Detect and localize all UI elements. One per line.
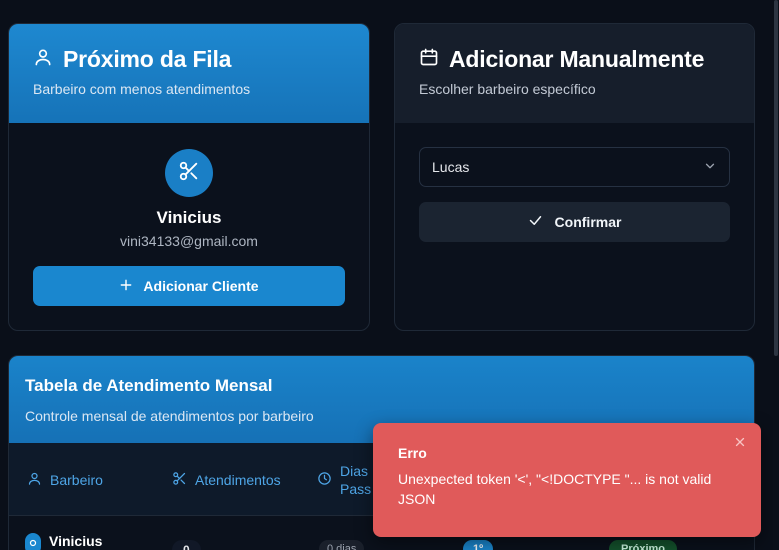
column-header-barber[interactable]: Barbeiro: [27, 443, 103, 516]
column-label-barber: Barbeiro: [50, 471, 103, 488]
close-icon[interactable]: [733, 435, 747, 449]
barber-select[interactable]: Lucas: [419, 147, 730, 187]
error-toast: Erro Unexpected token '<', "<!DOCTYPE ".…: [373, 423, 761, 537]
clock-icon: [317, 471, 332, 489]
column-label-days-line2: Pass: [340, 480, 372, 497]
column-label-days: Dias Pass: [340, 462, 371, 498]
next-in-queue-subtitle: Barbeiro com menos atendimentos: [33, 81, 251, 97]
row-status-badge: Próximo: [609, 540, 678, 550]
scrollbar[interactable]: [773, 0, 779, 550]
row-services-count: 0: [172, 540, 201, 550]
barber-avatar: [165, 149, 213, 197]
toast-title: Erro: [398, 445, 427, 461]
user-icon: [33, 47, 53, 72]
calendar-icon: [419, 47, 439, 72]
add-client-label: Adicionar Cliente: [143, 278, 259, 294]
confirm-label: Confirmar: [554, 214, 622, 230]
barber-select-value: Lucas: [432, 159, 470, 175]
monthly-table-title: Tabela de Atendimento Mensal: [25, 376, 273, 395]
next-barber-name: Vinicius: [156, 208, 222, 227]
row-rank-badge: 1º: [463, 540, 494, 550]
column-label-services: Atendimentos: [195, 471, 281, 488]
next-barber-email: vini34133@gmail.com: [120, 233, 258, 249]
next-in-queue-header: Próximo da Fila Barbeiro com menos atend…: [9, 24, 369, 123]
toast-message: Unexpected token '<', "<!DOCTYPE "... is…: [398, 471, 712, 507]
next-in-queue-card: Próximo da Fila Barbeiro com menos atend…: [8, 23, 370, 331]
confirm-button[interactable]: Confirmar: [419, 202, 730, 242]
manual-add-title: Adicionar Manualmente: [449, 46, 705, 72]
scissors-icon: [172, 471, 187, 489]
user-icon: [28, 535, 38, 550]
row-days-passed: 0 dias: [319, 540, 365, 550]
column-label-days-line1: Dias: [340, 462, 369, 479]
column-header-services[interactable]: Atendimentos: [172, 443, 281, 516]
plus-icon: [119, 278, 133, 295]
check-icon: [528, 213, 543, 231]
manual-add-header: Adicionar Manualmente Escolher barbeiro …: [395, 24, 754, 123]
next-in-queue-title: Próximo da Fila: [63, 46, 232, 72]
scissors-icon: [178, 160, 200, 187]
scrollbar-thumb[interactable]: [774, 0, 778, 356]
barber-row-avatar: [25, 533, 41, 550]
row-barber-name: Vinicius: [49, 533, 103, 549]
chevron-down-icon: [703, 159, 717, 176]
add-client-button[interactable]: Adicionar Cliente: [33, 266, 345, 306]
manual-add-subtitle: Escolher barbeiro específico: [419, 81, 596, 97]
column-header-days[interactable]: Dias Pass: [317, 443, 371, 516]
manual-add-card: Adicionar Manualmente Escolher barbeiro …: [394, 23, 755, 331]
monthly-table-subtitle: Controle mensal de atendimentos por barb…: [25, 408, 314, 424]
user-icon: [27, 471, 42, 489]
app-page: Próximo da Fila Barbeiro com menos atend…: [0, 0, 779, 550]
